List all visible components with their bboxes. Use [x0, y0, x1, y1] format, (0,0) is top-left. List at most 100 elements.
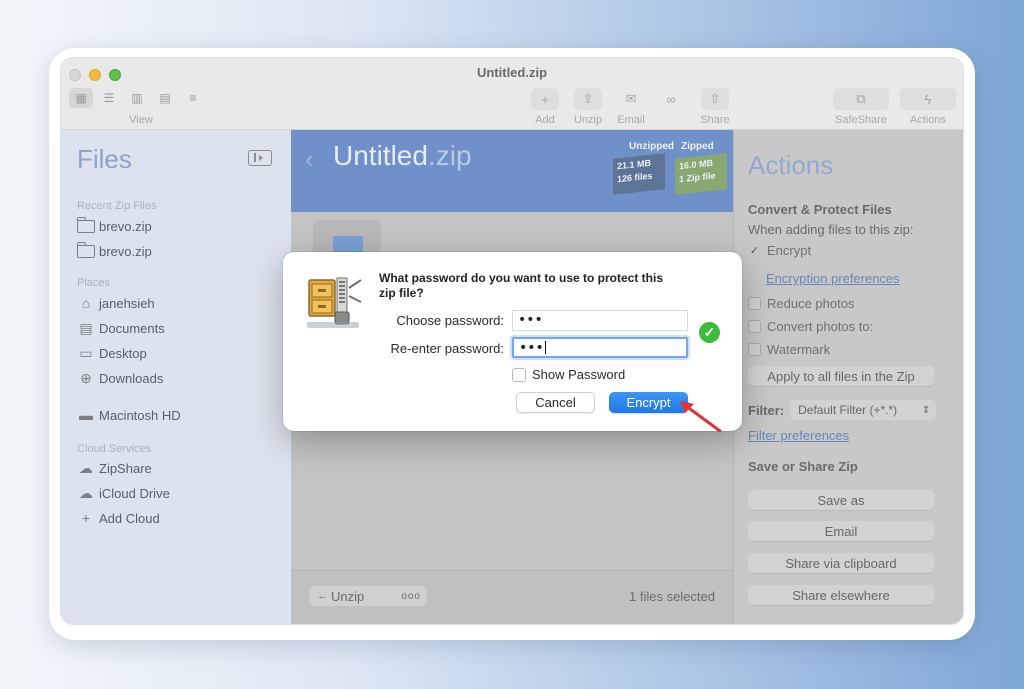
- sidebar-item-zipshare[interactable]: ☁ ZipShare: [77, 458, 152, 478]
- selection-status: 1 files selected: [629, 589, 715, 604]
- envelope-icon: ✉: [625, 91, 637, 106]
- convert-photos-label: Convert photos to:: [767, 319, 874, 334]
- sidebar: Files Recent Zip Files brevo.zip brevo.z…: [61, 130, 291, 624]
- when-adding-text: When adding files to this zip:: [748, 222, 914, 237]
- sidebar-item-label: Desktop: [99, 345, 147, 361]
- sidebar-item-downloads[interactable]: ⊕ Downloads: [77, 368, 163, 388]
- sidebar-item-recent-1[interactable]: brevo.zip: [76, 216, 152, 236]
- view-mode-group: ▦ ☰ ▥ ▤ ≡: [69, 88, 205, 110]
- reduce-photos-checkbox[interactable]: Reduce photos: [748, 296, 854, 311]
- column-view-icon[interactable]: ▥: [125, 88, 149, 108]
- text-caret: [544, 341, 546, 354]
- reduce-photos-label: Reduce photos: [767, 296, 855, 311]
- reenter-password-field[interactable]: •••: [512, 337, 688, 358]
- sidebar-item-recent-2[interactable]: brevo.zip: [76, 241, 152, 261]
- sidebar-item-label: brevo.zip: [99, 218, 152, 234]
- documents-icon: ▤: [79, 319, 93, 336]
- list-view-icon[interactable]: ☰: [97, 88, 121, 108]
- title-bar: Untitled.zip ▦ ☰ ▥ ▤ ≡ View + Add ⇪ Unzi…: [61, 58, 963, 130]
- lightning-icon: ϟ: [900, 88, 956, 110]
- filter-select[interactable]: Default Filter (+*.*) ⇕: [790, 400, 937, 420]
- checkmark-icon: ✓: [749, 245, 760, 257]
- sidebar-item-label: Downloads: [99, 370, 164, 386]
- zipped-header: Zipped: [681, 141, 714, 152]
- actions-panel: Actions Convert & Protect Files When add…: [733, 130, 963, 624]
- window-title: Untitled.zip: [476, 65, 548, 80]
- apply-to-all-button[interactable]: Apply to all files in the Zip: [748, 366, 934, 386]
- unzip-tool[interactable]: ⇪ Unzip: [568, 88, 608, 126]
- actions-label: Actions: [909, 114, 947, 126]
- sidebar-toggle-icon[interactable]: [248, 150, 272, 166]
- encryption-preferences-link[interactable]: Encryption preferences: [766, 271, 900, 286]
- cancel-button[interactable]: Cancel: [516, 392, 595, 413]
- unzip-button-label: Unzip: [331, 588, 365, 604]
- share-icon: ⇧: [701, 88, 729, 110]
- filter-row: Filter: Default Filter (+*.*) ⇕: [748, 400, 937, 420]
- hard-drive-icon: ▬: [79, 407, 93, 423]
- save-share-header: Save or Share Zip: [748, 459, 858, 474]
- sidebar-item-label: Macintosh HD: [99, 407, 181, 423]
- unzip-button[interactable]: ← Unzip ooo: [309, 586, 427, 606]
- grid-view-icon[interactable]: ▦: [69, 88, 93, 108]
- watermark-checkbox[interactable]: Watermark: [748, 342, 830, 357]
- zip-header: ‹ Untitled.zip Unzipped Zipped 21.1 MB 1…: [291, 130, 733, 212]
- safeshare-icon: ⧉: [833, 88, 889, 110]
- sidebar-item-add-cloud[interactable]: + Add Cloud: [77, 508, 160, 528]
- plus-icon: +: [531, 88, 559, 110]
- plus-icon: +: [81, 510, 91, 526]
- choose-password-label: Choose password:: [396, 313, 504, 328]
- outline-view-icon[interactable]: ≡: [181, 88, 205, 108]
- actions-tool[interactable]: ϟ Actions: [896, 88, 960, 126]
- desktop-icon: ▭: [79, 344, 93, 361]
- recent-zip-header: Recent Zip Files: [77, 200, 157, 212]
- home-icon: ⌂: [81, 295, 91, 311]
- zip-file-name: Untitled.zip: [333, 140, 472, 172]
- link-tool[interactable]: ∞: [651, 88, 691, 114]
- safeshare-label: SafeShare: [835, 114, 887, 126]
- show-password-checkbox[interactable]: Show Password: [512, 367, 625, 382]
- dialog-question: What password do you want to use to prot…: [379, 271, 664, 300]
- add-label: Add: [535, 114, 555, 126]
- share-clipboard-button[interactable]: Share via clipboard: [748, 553, 934, 573]
- sidebar-item-documents[interactable]: ▤ Documents: [77, 318, 164, 338]
- gallery-view-icon[interactable]: ▤: [153, 88, 177, 108]
- share-tool[interactable]: ⇧ Share: [695, 88, 735, 126]
- password-dialog: What password do you want to use to prot…: [283, 252, 742, 431]
- sidebar-item-icloud-drive[interactable]: ☁ iCloud Drive: [77, 483, 170, 503]
- checkbox-box: [748, 297, 761, 310]
- checkbox-box: [748, 343, 761, 356]
- choose-password-field[interactable]: •••: [512, 310, 688, 331]
- unzip-icon: ⇪: [574, 88, 602, 110]
- sidebar-item-home[interactable]: ⌂ janehsieh: [77, 293, 155, 313]
- sidebar-item-desktop[interactable]: ▭ Desktop: [77, 343, 147, 363]
- sidebar-item-label: brevo.zip: [99, 243, 152, 259]
- encrypt-checkbox[interactable]: ✓ Encrypt: [748, 243, 811, 258]
- sidebar-title: Files: [77, 144, 132, 174]
- filter-preferences-link[interactable]: Filter preferences: [748, 428, 849, 443]
- safeshare-tool[interactable]: ⧉ SafeShare: [829, 88, 893, 126]
- folder-icon: [76, 241, 95, 258]
- show-password-label: Show Password: [532, 367, 626, 382]
- sidebar-item-label: Add Cloud: [99, 510, 160, 526]
- more-options-button[interactable]: ooo: [401, 591, 421, 602]
- share-elsewhere-button[interactable]: Share elsewhere: [748, 585, 934, 605]
- link-icon: ∞: [666, 91, 676, 107]
- encrypt-label: Encrypt: [767, 243, 812, 258]
- folder-icon: [76, 216, 95, 233]
- sidebar-item-label: janehsieh: [99, 295, 155, 311]
- sidebar-item-label: iCloud Drive: [99, 485, 170, 501]
- save-as-button[interactable]: Save as: [748, 490, 934, 510]
- back-chevron-icon[interactable]: ‹: [305, 144, 314, 175]
- cloud-services-header: Cloud Services: [77, 443, 151, 455]
- reenter-password-value: •••: [519, 340, 544, 356]
- zip-name-base: Untitled: [333, 140, 428, 171]
- email-button[interactable]: Email: [748, 521, 934, 541]
- actions-title: Actions: [748, 150, 834, 180]
- reenter-password-label: Re-enter password:: [390, 341, 504, 356]
- download-icon: ⊕: [80, 369, 92, 386]
- convert-photos-checkbox[interactable]: Convert photos to:: [748, 319, 873, 334]
- add-tool[interactable]: + Add: [525, 88, 565, 126]
- email-tool[interactable]: ✉ Email: [611, 88, 651, 126]
- sidebar-item-macintosh-hd[interactable]: ▬ Macintosh HD: [77, 405, 181, 425]
- checkbox-box: [748, 320, 761, 333]
